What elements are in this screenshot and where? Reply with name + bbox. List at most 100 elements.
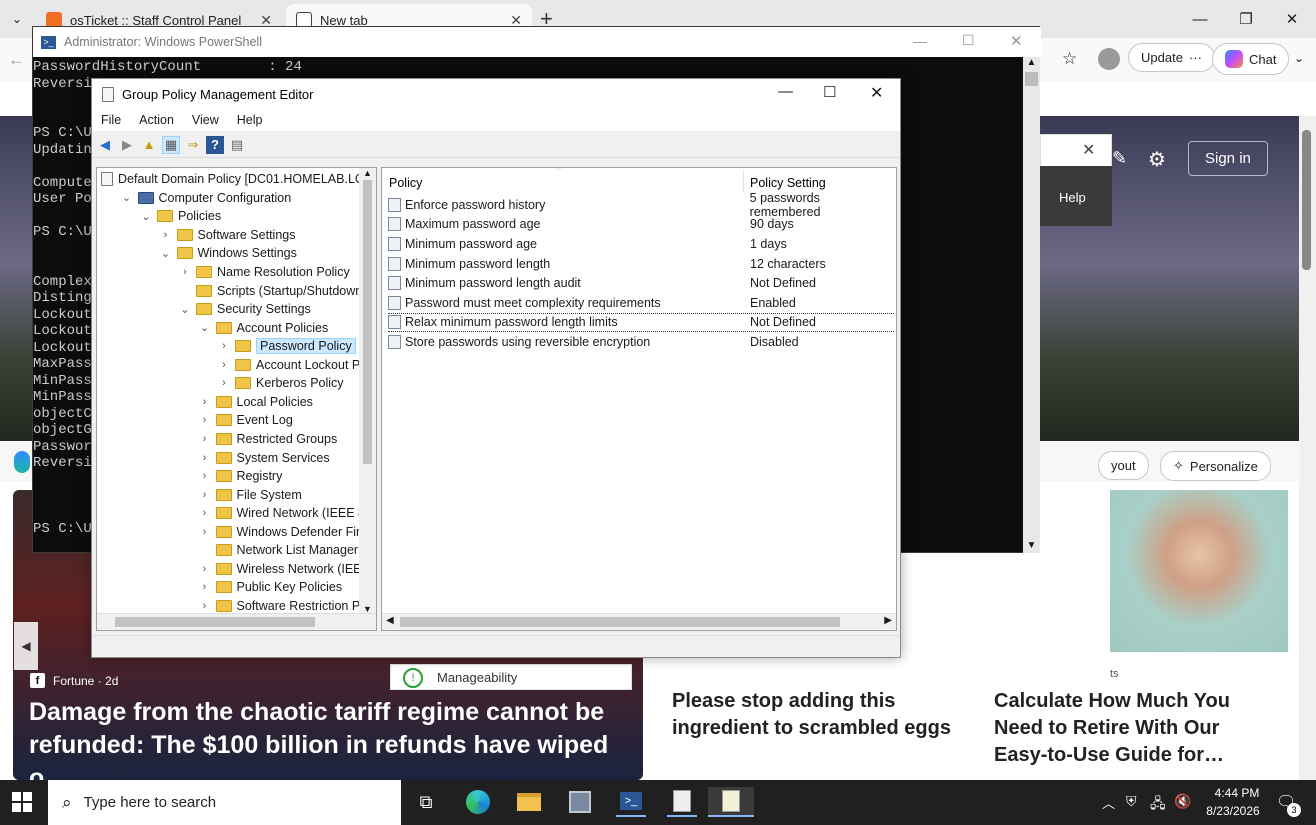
tree-node[interactable]: › Password Policy (218, 337, 356, 356)
volume-muted-icon[interactable]: 🔇 (1174, 793, 1191, 810)
back-icon[interactable]: ← (8, 50, 25, 70)
scroll-down-icon[interactable]: ▼ (1023, 540, 1040, 551)
chevron-right-icon[interactable]: › (199, 396, 211, 408)
sign-in-button[interactable]: Sign in (1188, 141, 1268, 176)
article-title-retire[interactable]: Calculate How Much You Need to Retire Wi… (994, 688, 1274, 769)
profile-avatar[interactable] (1098, 48, 1120, 70)
scroll-thumb[interactable] (363, 180, 372, 464)
tree-node[interactable]: › Wireless Network (IEEE 80 (199, 560, 376, 579)
scroll-thumb[interactable] (400, 617, 840, 627)
chevron-right-icon[interactable]: › (199, 581, 211, 593)
tree-node[interactable]: › System Services (199, 448, 330, 467)
console-tree[interactable]: Default Domain Policy [DC01.HOMELAB.LC ⌄ C… (96, 167, 377, 631)
column-header-setting[interactable]: Policy Setting (750, 176, 826, 190)
tree-node[interactable]: ⌄ Account Policies (199, 318, 328, 337)
page-scrollbar-thumb[interactable] (1302, 130, 1311, 270)
file-explorer-icon[interactable] (514, 787, 544, 817)
edge-browser-icon[interactable] (463, 787, 493, 817)
tree-node[interactable]: › Registry (199, 467, 283, 486)
chevron-right-icon[interactable]: › (199, 470, 211, 482)
tree-node[interactable]: › Name Resolution Policy (179, 263, 350, 282)
policy-row[interactable]: Maximum password age 90 days (388, 215, 894, 235)
policy-row[interactable]: Store passwords using reversible encrypt… (388, 332, 894, 352)
scroll-up-icon[interactable]: ▲ (1023, 57, 1040, 68)
back-arrow-icon[interactable]: ◀ (96, 136, 114, 154)
export-list-icon[interactable]: ⇒ (184, 136, 202, 154)
chevron-right-icon[interactable]: › (199, 526, 211, 538)
gear-icon[interactable]: ⚙ (1148, 147, 1166, 172)
article-title-eggs[interactable]: Please stop adding this ingredient to sc… (672, 688, 962, 742)
tree-node[interactable]: › Local Policies (199, 393, 313, 412)
show-hide-tree-icon[interactable]: ▦ (162, 135, 180, 154)
chevron-right-icon[interactable]: › (199, 433, 211, 445)
taskbar-search[interactable]: ⌕ Type here to search (48, 780, 401, 825)
chevron-right-icon[interactable]: › (160, 229, 172, 241)
pencil-icon[interactable]: ✎ (1112, 148, 1127, 169)
update-button[interactable]: Update ··· (1128, 43, 1215, 72)
policy-row[interactable]: Relax minimum password length limits Not … (388, 312, 894, 333)
close-window-button[interactable]: ✕ (1010, 32, 1023, 50)
menu-file[interactable]: File (92, 113, 130, 127)
tree-node[interactable]: › Account Lockout Poli (218, 356, 373, 375)
chevron-right-icon[interactable]: › (199, 489, 211, 501)
list-hscrollbar[interactable]: ◀ ▶ (382, 613, 896, 630)
chevron-right-icon[interactable]: › (218, 359, 230, 371)
console-scrollbar[interactable]: ▲ ▼ (1023, 57, 1040, 553)
chevron-down-icon[interactable]: ⌄ (121, 191, 133, 204)
maximize-button[interactable]: ☐ (823, 83, 836, 101)
network-icon[interactable]: 🖧 (1150, 793, 1166, 817)
scroll-thumb[interactable] (1025, 72, 1038, 86)
chevron-right-icon[interactable]: › (179, 266, 191, 278)
tree-node[interactable]: ⌄ Windows Settings (160, 244, 297, 263)
copilot-chat-button[interactable]: Chat (1212, 43, 1290, 75)
article-image-portrait[interactable] (1110, 490, 1288, 652)
chevron-right-icon[interactable]: › (218, 340, 230, 352)
carousel-prev-button[interactable]: ◀ (14, 622, 38, 670)
tree-node[interactable]: › Software Settings (160, 226, 296, 245)
chevron-down-icon[interactable]: ⌄ (1294, 51, 1304, 65)
scroll-up-icon[interactable]: ▲ (359, 168, 376, 178)
chevron-down-icon[interactable]: ⌄ (140, 210, 152, 223)
gpme-taskbar-icon[interactable] (708, 787, 754, 817)
close-icon[interactable]: ✕ (1082, 140, 1095, 160)
menu-view[interactable]: View (183, 113, 228, 127)
properties-icon[interactable]: ▤ (228, 136, 246, 154)
tree-node[interactable]: Scripts (Startup/Shutdown) (179, 281, 366, 300)
policy-row[interactable]: Password must meet complexity requiremen… (388, 293, 894, 313)
help-icon[interactable]: ? (206, 135, 224, 154)
security-tray-icon[interactable]: ⛨ (1126, 793, 1137, 810)
restore-button[interactable]: ❐ (1222, 0, 1270, 38)
chevron-down-icon[interactable]: ⌄ (179, 303, 191, 316)
chevron-right-icon[interactable]: › (199, 507, 211, 519)
maximize-button[interactable]: ☐ (962, 32, 975, 49)
chevron-right-icon[interactable]: › (218, 377, 230, 389)
tree-node[interactable]: ⌄ Computer Configuration (121, 189, 291, 208)
tree-node[interactable]: › Wired Network (IEEE 802.: (199, 504, 376, 523)
minimize-button[interactable]: — (913, 33, 927, 49)
chevron-right-icon[interactable]: › (199, 414, 211, 426)
tray-chevron-icon[interactable]: ︿ (1102, 793, 1115, 812)
minimize-button[interactable]: — (778, 83, 793, 100)
forward-arrow-icon[interactable]: ▶ (118, 136, 136, 154)
scroll-thumb[interactable] (115, 617, 315, 627)
policy-row[interactable]: Minimum password length audit Not Defined (388, 273, 894, 293)
task-view-icon[interactable]: ⧉ (411, 787, 441, 817)
tree-node[interactable]: Network List Manager Po (199, 541, 376, 560)
scroll-right-icon[interactable]: ▶ (884, 615, 892, 626)
tree-node[interactable]: › Kerberos Policy (218, 374, 343, 393)
tree-node[interactable]: ⌄ Security Settings (179, 300, 310, 319)
tree-node[interactable]: Default Domain Policy [DC01.HOMELAB.LC (101, 170, 364, 189)
tree-node[interactable]: ⌄ Policies (140, 207, 221, 226)
tree-scrollbar[interactable]: ▲ ▼ (359, 168, 376, 614)
help-link[interactable]: Help (1059, 190, 1086, 205)
close-window-button[interactable]: ✕ (870, 83, 883, 103)
tree-node[interactable]: › Windows Defender Firewa (199, 522, 376, 541)
clock-date[interactable]: 8/23/2026 (1200, 804, 1266, 818)
favorites-icon[interactable]: ☆ (1062, 49, 1077, 69)
column-header-policy[interactable]: Policy (389, 176, 422, 190)
powershell-taskbar-icon[interactable]: >_ (616, 787, 646, 817)
chevron-right-icon[interactable]: › (199, 563, 211, 575)
start-button[interactable] (12, 792, 32, 812)
tree-node[interactable]: › Restricted Groups (199, 430, 338, 449)
up-folder-icon[interactable]: ▲ (140, 136, 158, 154)
